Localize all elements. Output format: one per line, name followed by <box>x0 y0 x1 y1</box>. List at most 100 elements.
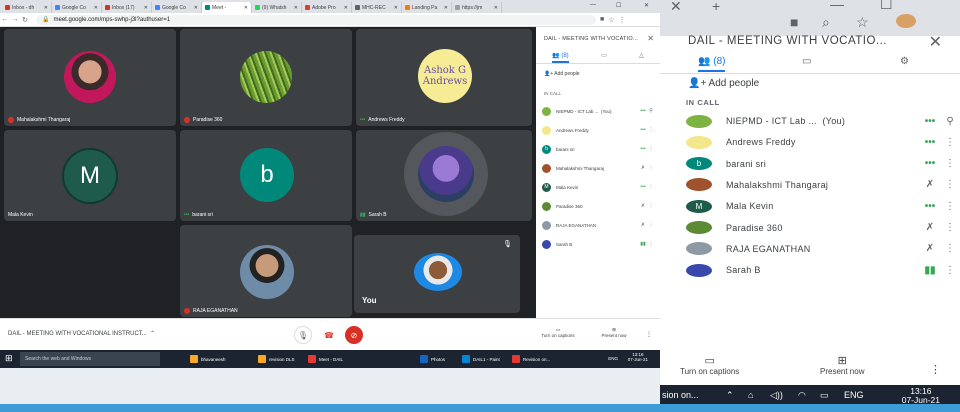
participant-tile[interactable]: RAJA EGANATHAN <box>180 225 352 317</box>
tab-activities[interactable]: ⚙ <box>900 56 909 72</box>
participant-tile[interactable]: Paradise 360 <box>180 29 352 126</box>
browser-tab[interactable]: Meet - ✕ <box>202 2 252 13</box>
tab-chat[interactable]: ▭ <box>802 56 811 72</box>
browser-tab[interactable]: Landing Pa ✕ <box>402 2 452 13</box>
close-icon[interactable]: ✕ <box>929 32 942 52</box>
participant-row[interactable]: Mahalakshmi Thangaraj ✗ ⋮ <box>686 175 956 195</box>
message-icon[interactable]: ▭ <box>820 390 829 401</box>
tab-people[interactable]: 👥 (8) <box>552 52 569 63</box>
close-tab-icon[interactable]: ✕ <box>44 5 48 11</box>
participant-row[interactable]: NIEPMD - ICT Lab ... (You) ••• ⚲ <box>686 111 956 131</box>
participant-row[interactable]: Paradise 360 ✗ ⋮ <box>686 218 956 238</box>
star-icon[interactable]: ☆ <box>608 16 614 24</box>
taskbar-item[interactable]: bhavaneesh <box>190 353 226 365</box>
taskbar-clock[interactable]: 13:16 07-Jun-21 <box>902 387 940 405</box>
chevron-up-icon[interactable]: ⌃ <box>150 330 155 337</box>
taskbar-item[interactable]: revision DLS <box>258 353 295 365</box>
more-options-icon[interactable]: ⋮ <box>648 203 654 209</box>
add-people-link[interactable]: 👤+ Add people <box>544 71 580 77</box>
more-options-icon[interactable]: ⋮ <box>944 137 956 148</box>
browser-tab[interactable]: Inbox - dh ✕ <box>2 2 52 13</box>
wifi-icon[interactable]: ◠ <box>798 390 806 401</box>
tab-people[interactable]: 👥 (8) <box>698 56 726 72</box>
reload-icon[interactable]: ↻ <box>20 16 30 24</box>
close-tab-icon[interactable]: ✕ <box>494 5 498 11</box>
close-tab-icon[interactable]: ✕ <box>344 5 348 11</box>
more-options-icon[interactable]: ⋮ <box>648 146 654 152</box>
participant-row[interactable]: Sarah B ▮▮ ⋮ <box>686 260 956 280</box>
participant-row[interactable]: Paradise 360 ✗ ⋮ <box>542 200 654 212</box>
close-tab-icon[interactable]: ✕ <box>670 0 682 15</box>
menu-dots-icon[interactable]: ⋮ <box>619 16 626 24</box>
close-tab-icon[interactable]: ✕ <box>144 5 148 11</box>
more-options-icon[interactable]: ⋮ <box>944 243 956 254</box>
close-tab-icon[interactable]: ✕ <box>244 5 248 11</box>
star-icon[interactable]: ☆ <box>856 14 869 31</box>
leave-call-button[interactable]: ☎ <box>320 326 338 344</box>
browser-tab[interactable]: https://jm ✕ <box>452 2 502 13</box>
pin-icon[interactable]: ⚲ <box>944 116 956 127</box>
close-icon[interactable]: ✕ <box>647 34 654 43</box>
more-options-icon[interactable]: ⋮ <box>648 165 654 171</box>
participant-tile[interactable]: Ashok G Andrews ••• Andrews Freddy <box>356 29 532 126</box>
more-options-icon[interactable]: ⋮ <box>944 222 956 233</box>
close-tab-icon[interactable]: ✕ <box>294 5 298 11</box>
more-options-icon[interactable]: ⋮ <box>648 241 654 247</box>
windows-start-icon[interactable]: ⊞ <box>5 354 14 363</box>
browser-tab[interactable]: Google Co ✕ <box>52 2 102 13</box>
participant-row[interactable]: Andrews Freddy ••• ⋮ <box>686 132 956 152</box>
close-tab-icon[interactable]: ✕ <box>394 5 398 11</box>
taskbar-search[interactable]: Search the web and Windows <box>20 352 160 366</box>
participant-tile[interactable]: b ••• barani sri <box>180 130 352 221</box>
browser-tab[interactable]: Google Co ✕ <box>152 2 202 13</box>
close-window-icon[interactable]: ✕ <box>644 2 649 9</box>
more-options-icon[interactable]: ⋮ <box>930 363 941 376</box>
new-tab-icon[interactable]: + <box>712 0 720 14</box>
participant-row[interactable]: M Mala Kevin ••• ⋮ <box>542 181 654 193</box>
back-icon[interactable]: ← <box>0 16 10 23</box>
taskbar-item[interactable]: Photos <box>420 353 445 365</box>
tab-activities[interactable]: △ <box>639 52 644 63</box>
more-options-icon[interactable]: ⋮ <box>648 222 654 228</box>
chevron-up-icon[interactable]: ⌃ <box>726 390 734 401</box>
close-tab-icon[interactable]: ✕ <box>94 5 98 11</box>
browser-tab[interactable]: Inbox (17) ✕ <box>102 2 152 13</box>
participant-tile[interactable]: ▮▮ Sarah B <box>356 130 532 221</box>
more-options-icon[interactable]: ⋮ <box>944 179 956 190</box>
captions-button[interactable]: ▭ Turn on captions <box>680 355 739 376</box>
language-indicator[interactable]: ENG <box>844 390 864 400</box>
more-options-icon[interactable]: ⋮ <box>648 184 654 190</box>
participant-row[interactable]: RAJA EGANATHAN ✗ ⋮ <box>686 239 956 259</box>
participant-row[interactable]: Mahalakshmi Thangaraj ✗ ⋮ <box>542 162 654 174</box>
participant-row[interactable]: Andrews Freddy ••• ⋮ <box>542 124 654 136</box>
maximize-icon[interactable]: ☐ <box>616 2 621 9</box>
tab-chat[interactable]: ▭ <box>601 52 607 63</box>
network-icon[interactable]: ⌂ <box>748 390 753 400</box>
zoom-icon[interactable]: ⌕ <box>822 14 830 31</box>
taskbar-item[interactable]: sion on... <box>662 390 699 400</box>
taskbar-item[interactable]: Revision on... <box>512 353 550 365</box>
browser-tab[interactable]: Adobe Pro ✕ <box>302 2 352 13</box>
forward-icon[interactable]: → <box>10 16 20 23</box>
profile-avatar[interactable] <box>896 14 916 28</box>
maximize-icon[interactable]: ☐ <box>880 0 893 13</box>
more-options-icon[interactable]: ⋮ <box>944 265 956 276</box>
participant-row[interactable]: RAJA EGANATHAN ✗ ⋮ <box>542 219 654 231</box>
taskbar-item[interactable]: Meet - DAIL <box>308 353 343 365</box>
language-indicator[interactable]: ENG <box>608 356 618 361</box>
participant-tile[interactable]: Mahalakshmi Thangaraj <box>4 29 176 126</box>
add-people-link[interactable]: 👤+ Add people <box>688 78 759 89</box>
captions-button[interactable]: ▭ Turn on captions <box>538 327 578 338</box>
camera-icon[interactable]: ■ <box>600 16 604 23</box>
close-tab-icon[interactable]: ✕ <box>194 5 198 11</box>
more-options-icon[interactable]: ⋮ <box>648 127 654 133</box>
minimize-icon[interactable]: — <box>590 2 596 8</box>
present-button[interactable]: ⊞ Present now <box>594 327 634 338</box>
participant-row[interactable]: M Mala Kevin ••• ⋮ <box>686 196 956 216</box>
participant-row[interactable]: NIEPMD - ICT Lab ... (You) ••• ⚲ <box>542 105 654 117</box>
self-tile[interactable]: 🎙 You <box>354 235 520 313</box>
more-options-icon[interactable]: ⋮ <box>944 158 956 169</box>
volume-icon[interactable]: ◁)) <box>770 390 783 401</box>
camera-icon[interactable]: ■ <box>790 14 798 30</box>
browser-tab[interactable]: MHC-REC ✕ <box>352 2 402 13</box>
